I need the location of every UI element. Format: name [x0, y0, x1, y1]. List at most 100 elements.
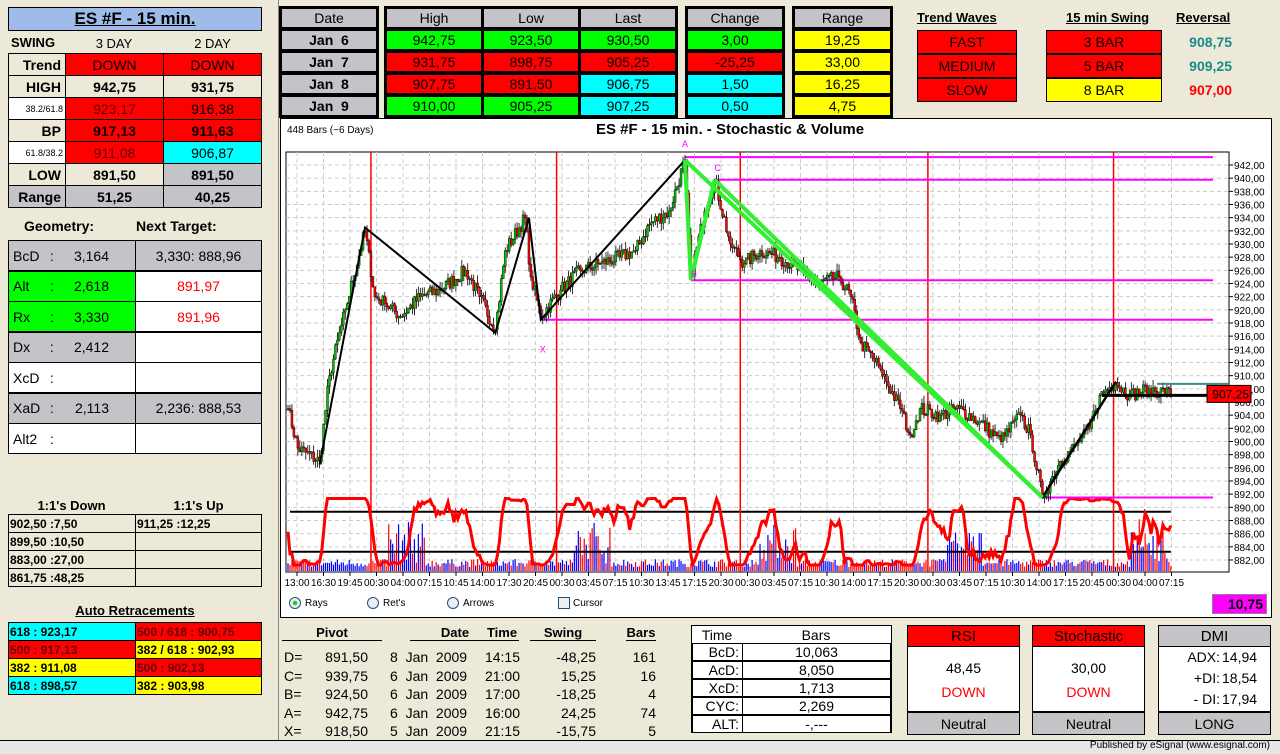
- candle: [904, 413, 908, 431]
- pivot-header: Bars: [626, 625, 656, 641]
- volume-bar: [435, 562, 437, 571]
- candle: [1132, 388, 1135, 391]
- candle: [638, 240, 641, 244]
- pivot-price: 942,75: [325, 704, 368, 721]
- volume-bar: [1128, 566, 1130, 571]
- ones-down: 899,50 :10,50: [8, 532, 136, 551]
- candle: [515, 228, 519, 237]
- volume-bar: [360, 563, 362, 571]
- volume-bar: [1002, 566, 1004, 571]
- geometry-row: XaD:2,113: [8, 392, 136, 424]
- candle: [768, 250, 772, 254]
- volume-bar: [741, 566, 743, 571]
- swing-2day-value: 931,75: [163, 75, 262, 98]
- daily-low: 898,75: [482, 51, 580, 73]
- volume-bar: [1051, 566, 1053, 571]
- radio-rays[interactable]: Rays: [289, 597, 328, 609]
- volume-bar: [518, 562, 520, 571]
- volume-bar: [510, 565, 512, 571]
- radio-arrows[interactable]: Arrows: [447, 597, 494, 609]
- x-tick-label: 19:45: [337, 578, 362, 589]
- volume-bar: [1079, 562, 1081, 571]
- candle: [634, 250, 637, 252]
- volume-bar: [680, 561, 682, 571]
- candle: [916, 420, 920, 422]
- candle: [346, 303, 349, 311]
- volume-bar: [1030, 560, 1032, 571]
- candle: [1122, 387, 1125, 393]
- geometry-value: 2,412: [73, 339, 109, 355]
- x-tick-label: 20:30: [708, 578, 733, 589]
- candle: [454, 279, 458, 286]
- candle: [614, 251, 618, 263]
- candle: [407, 307, 410, 314]
- volume-bar: [636, 566, 639, 571]
- candle: [677, 185, 681, 187]
- candle: [531, 276, 535, 290]
- candle: [519, 227, 523, 232]
- volume-bar: [1065, 560, 1067, 571]
- candle: [444, 281, 448, 289]
- stoch-direction: DOWN: [1066, 684, 1111, 700]
- pivot-header: Pivot: [282, 625, 382, 641]
- volume-bar: [1014, 563, 1016, 571]
- volume-bar: [463, 564, 465, 571]
- volume-bar: [836, 565, 838, 571]
- volume-bar: [789, 559, 791, 571]
- volume-bar: [958, 551, 961, 571]
- volume-bar: [1168, 561, 1170, 571]
- candle: [833, 278, 837, 280]
- volume-bar: [984, 563, 986, 571]
- cursor-checkbox[interactable]: Cursor: [558, 597, 603, 609]
- y-tick-label: 940,00: [1234, 174, 1265, 185]
- pivot-time: 14:15: [484, 649, 520, 665]
- daily-header-range: Range: [793, 7, 892, 29]
- y-tick-label: 910,00: [1234, 372, 1265, 383]
- geometry-label: Rx: [13, 308, 31, 325]
- geometry-value: 3,164: [73, 247, 109, 264]
- candle: [1104, 389, 1107, 394]
- volume-bar: [1114, 566, 1117, 571]
- candle: [1003, 432, 1007, 437]
- volume-bar: [597, 536, 599, 571]
- volume-bar: [960, 546, 963, 571]
- candle: [727, 231, 730, 237]
- candle: [391, 303, 394, 306]
- radio-rets[interactable]: Ret's: [367, 597, 405, 609]
- x-tick-label: 17:15: [867, 578, 892, 589]
- pivot-label-C: C: [714, 163, 721, 173]
- candle: [480, 294, 483, 297]
- candle: [626, 251, 629, 260]
- retracement-cell: 382 / 618 : 902,93: [135, 640, 262, 659]
- volume-bar: [593, 522, 595, 571]
- geometry-value: 3,330: [73, 308, 109, 325]
- volume-bar: [868, 565, 870, 571]
- candle: [478, 287, 481, 297]
- volume-bar: [419, 546, 421, 571]
- x-tick-label: 14:00: [1026, 578, 1051, 589]
- candle: [966, 418, 969, 421]
- volume-bar: [743, 566, 745, 571]
- volume-bar: [862, 566, 864, 571]
- geometry-label: BcD: [13, 247, 40, 264]
- geometry-row: XcD:: [8, 362, 136, 393]
- daily-date: Jan 8: [280, 73, 378, 95]
- volume-bar: [633, 566, 635, 571]
- y-tick-label: 896,00: [1234, 464, 1265, 475]
- y-tick-label: 886,00: [1234, 530, 1265, 541]
- volume-bar: [366, 566, 368, 571]
- daily-header-change: Change: [686, 7, 784, 29]
- volume-bar: [457, 566, 459, 571]
- candle: [675, 186, 679, 190]
- volume-bar: [561, 560, 564, 571]
- candle: [484, 298, 487, 306]
- candle: [527, 231, 531, 265]
- volume-bar: [834, 559, 836, 571]
- swing-row-label: 61.8/38.2: [8, 141, 66, 164]
- rays-label: Rays: [305, 597, 328, 609]
- x-tick-label: 20:45: [523, 578, 548, 589]
- candle: [1025, 427, 1028, 433]
- volume-bar: [514, 559, 516, 571]
- daily-change: 0,50: [686, 95, 784, 117]
- candle: [338, 332, 341, 341]
